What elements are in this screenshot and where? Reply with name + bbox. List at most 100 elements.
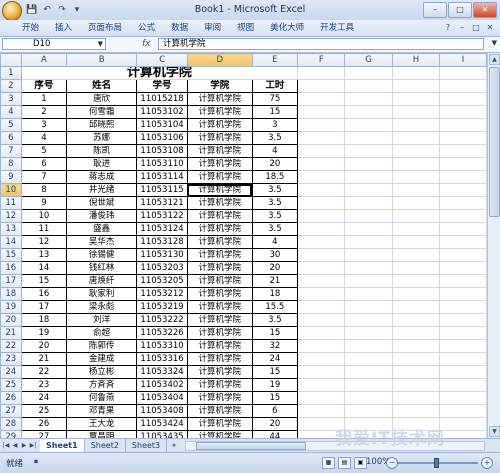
- data-cell[interactable]: 11053226: [136, 326, 188, 340]
- row-header[interactable]: 9: [0, 170, 22, 184]
- row-header[interactable]: 18: [0, 287, 22, 301]
- column-header-e[interactable]: E: [251, 53, 299, 67]
- data-cell[interactable]: 3.5: [251, 196, 299, 210]
- data-cell[interactable]: 11053316: [136, 352, 188, 366]
- data-cell[interactable]: 3.5: [251, 313, 299, 327]
- data-cell[interactable]: 20: [251, 157, 299, 171]
- cell[interactable]: [439, 339, 487, 353]
- data-cell[interactable]: 1: [20, 92, 68, 106]
- cell[interactable]: [391, 339, 441, 353]
- data-cell[interactable]: 钱红林: [66, 261, 138, 275]
- data-cell[interactable]: 15: [251, 326, 299, 340]
- row-header[interactable]: 1: [0, 66, 22, 80]
- data-cell[interactable]: 11053124: [136, 222, 188, 236]
- data-cell[interactable]: 陈郭传: [66, 339, 138, 353]
- cell[interactable]: [344, 313, 393, 327]
- cell[interactable]: [391, 170, 441, 184]
- cell[interactable]: [344, 196, 393, 210]
- row-header[interactable]: 21: [0, 326, 22, 340]
- data-cell[interactable]: 11053404: [136, 391, 188, 405]
- data-cell[interactable]: 计算机学院: [186, 430, 253, 438]
- data-cell[interactable]: 徐锡健: [66, 248, 138, 262]
- column-header-d[interactable]: D: [186, 53, 253, 67]
- data-cell[interactable]: 21: [20, 352, 68, 366]
- row-header[interactable]: 24: [0, 365, 22, 379]
- header-cell[interactable]: 学号: [136, 79, 188, 93]
- cell[interactable]: [391, 157, 441, 171]
- cell[interactable]: [344, 183, 393, 197]
- cell[interactable]: [439, 391, 487, 405]
- data-cell[interactable]: 44: [251, 430, 299, 438]
- cell[interactable]: [439, 287, 487, 301]
- next-sheet-icon[interactable]: ▶: [20, 441, 28, 450]
- ribbon-tab-6[interactable]: 视图: [229, 22, 262, 34]
- cell[interactable]: [391, 118, 441, 132]
- data-cell[interactable]: 12: [20, 235, 68, 249]
- doc-minimize-button[interactable]: –: [456, 22, 468, 33]
- cell[interactable]: [391, 222, 441, 236]
- cell[interactable]: [344, 261, 393, 275]
- cell[interactable]: [344, 92, 393, 106]
- cell[interactable]: [344, 365, 393, 379]
- ribbon-tab-5[interactable]: 审阅: [196, 22, 229, 34]
- cell[interactable]: [297, 313, 346, 327]
- data-cell[interactable]: 蒋志成: [66, 170, 138, 184]
- data-cell[interactable]: 计算机学院: [186, 261, 253, 275]
- column-header-h[interactable]: H: [391, 53, 441, 67]
- row-header[interactable]: 12: [0, 209, 22, 223]
- data-cell[interactable]: 计算机学院: [186, 287, 253, 301]
- cell[interactable]: [439, 417, 487, 431]
- data-cell[interactable]: 金建成: [66, 352, 138, 366]
- data-cell[interactable]: 26: [20, 417, 68, 431]
- cell[interactable]: [439, 261, 487, 275]
- data-cell[interactable]: 18.5: [251, 170, 299, 184]
- data-cell[interactable]: 吴华杰: [66, 235, 138, 249]
- row-header[interactable]: 25: [0, 378, 22, 392]
- minimize-button[interactable]: –: [423, 2, 447, 18]
- zoom-slider-knob[interactable]: [434, 458, 439, 468]
- data-cell[interactable]: 计算机学院: [186, 404, 253, 418]
- cell[interactable]: [391, 326, 441, 340]
- cell[interactable]: [297, 339, 346, 353]
- column-header-a[interactable]: A: [20, 53, 68, 67]
- data-cell[interactable]: 20: [251, 261, 299, 275]
- cell[interactable]: [391, 131, 441, 145]
- column-header-f[interactable]: F: [297, 53, 346, 67]
- data-cell[interactable]: 耿家利: [66, 287, 138, 301]
- cell[interactable]: [344, 287, 393, 301]
- data-cell[interactable]: 11053130: [136, 248, 188, 262]
- cell[interactable]: [297, 261, 346, 275]
- cell[interactable]: [439, 170, 487, 184]
- cell[interactable]: [439, 131, 487, 145]
- cell[interactable]: [439, 79, 487, 93]
- cell[interactable]: [344, 391, 393, 405]
- cell[interactable]: [391, 196, 441, 210]
- data-cell[interactable]: 11053203: [136, 261, 188, 275]
- normal-view-icon[interactable]: ▦: [322, 457, 335, 469]
- cell-grid[interactable]: ABCDEFGHI 1 计算机学院 2 序号 姓名 学号 学院 工时 3 1 唐欣 11015218 计…: [0, 53, 487, 438]
- cell[interactable]: [391, 313, 441, 327]
- column-header-c[interactable]: C: [136, 53, 188, 67]
- data-cell[interactable]: 计算机学院: [186, 365, 253, 379]
- close-button[interactable]: ✕: [473, 2, 497, 18]
- data-cell[interactable]: 11053106: [136, 131, 188, 145]
- cell[interactable]: [391, 378, 441, 392]
- data-cell[interactable]: 20: [251, 417, 299, 431]
- cell[interactable]: [297, 274, 346, 288]
- ribbon-tab-1[interactable]: 插入: [47, 22, 80, 34]
- data-cell[interactable]: 15: [251, 365, 299, 379]
- row-header[interactable]: 2: [0, 79, 22, 93]
- cell[interactable]: [391, 404, 441, 418]
- data-cell[interactable]: 19: [251, 378, 299, 392]
- cell[interactable]: [439, 248, 487, 262]
- data-cell[interactable]: 15: [251, 391, 299, 405]
- cell[interactable]: [391, 92, 441, 106]
- data-cell[interactable]: 23: [20, 378, 68, 392]
- data-cell[interactable]: 唐焕纤: [66, 274, 138, 288]
- data-cell[interactable]: 陈凯: [66, 144, 138, 158]
- data-cell[interactable]: 22: [20, 365, 68, 379]
- data-cell[interactable]: 11053104: [136, 118, 188, 132]
- data-cell[interactable]: 2: [20, 105, 68, 119]
- row-header[interactable]: 22: [0, 339, 22, 353]
- cell[interactable]: [297, 365, 346, 379]
